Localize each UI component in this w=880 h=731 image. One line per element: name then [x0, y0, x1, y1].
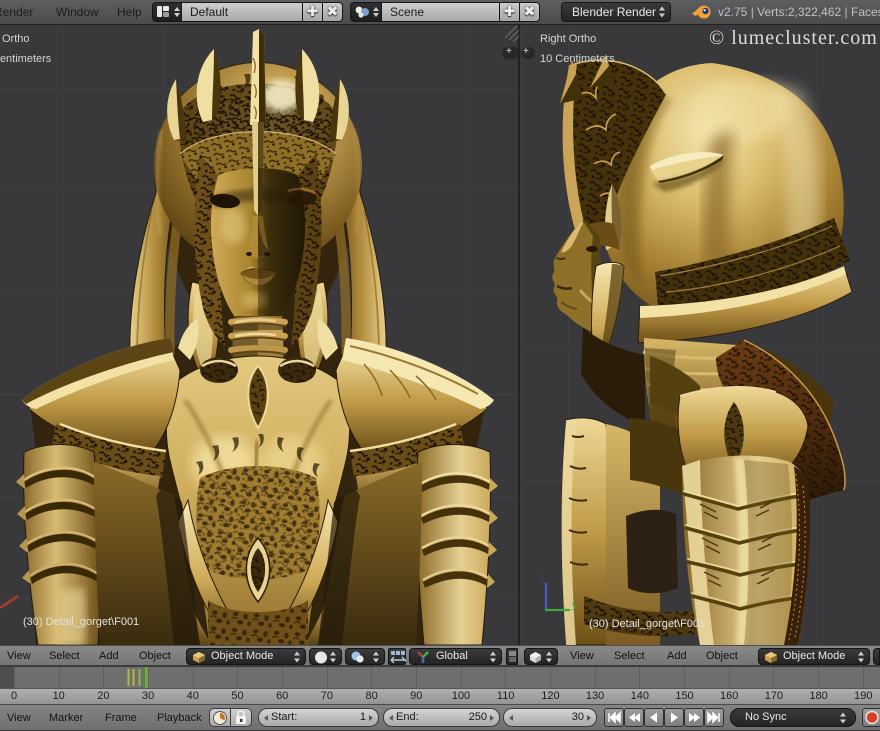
- svg-text:z: z: [540, 572, 545, 583]
- svg-text:y: y: [572, 600, 577, 611]
